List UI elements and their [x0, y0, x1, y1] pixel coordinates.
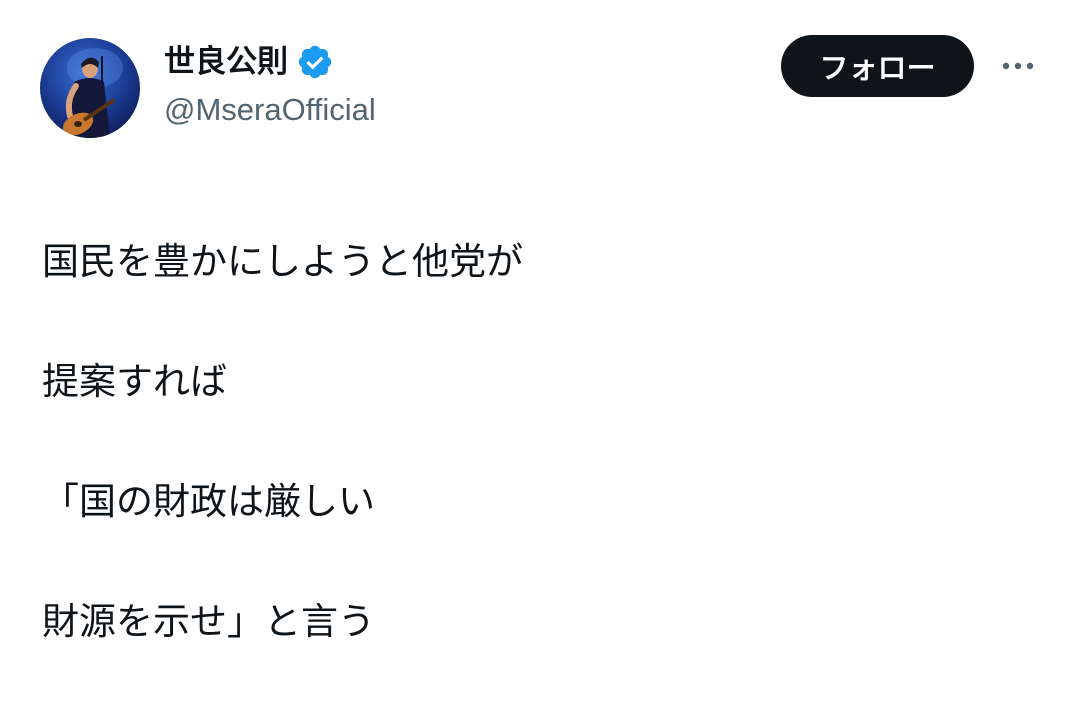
more-options-button[interactable] — [996, 48, 1040, 84]
tweet-text-line: 「国の財政は厳しい — [42, 480, 375, 523]
tweet-text-line: 国民を豊かにしようと他党が — [42, 240, 523, 283]
author-handle[interactable]: @MseraOfficial — [164, 88, 376, 132]
more-horizontal-icon — [1002, 62, 1034, 70]
author-name-row: 世良公則 — [164, 40, 334, 84]
author-display-name[interactable]: 世良公則 — [164, 40, 288, 84]
avatar-image — [62, 48, 123, 138]
follow-button[interactable]: フォロー — [781, 35, 974, 97]
avatar[interactable] — [40, 38, 140, 138]
tweet-card: 世良公則 @MseraOfficial フォロー 国民を豊かにしようと他党が 提… — [0, 0, 1080, 643]
tweet-text: 国民を豊かにしようと他党が 提案すれば 「国の財政は厳しい 財源を示せ」と言う — [42, 172, 1042, 712]
tweet-text-line: 提案すれば — [42, 360, 227, 403]
verified-badge-icon — [296, 43, 334, 81]
tweet-text-line: 財源を示せ」と言う — [42, 600, 375, 643]
